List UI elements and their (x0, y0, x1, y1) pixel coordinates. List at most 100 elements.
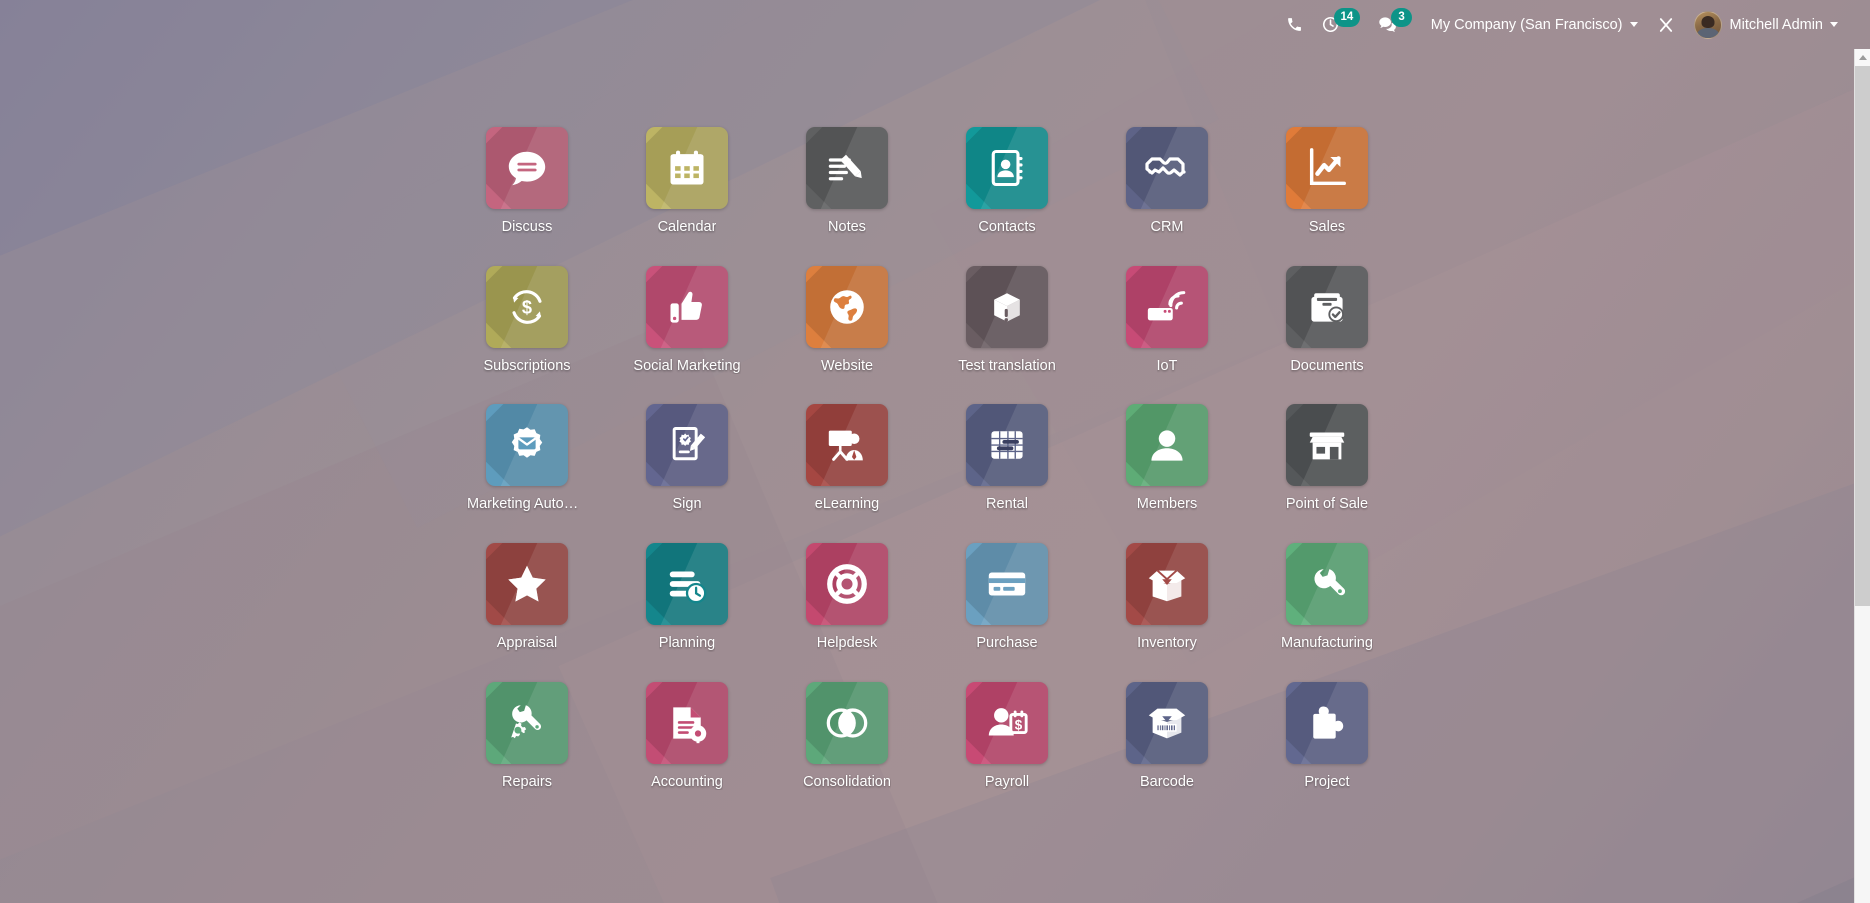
sign-document-icon[interactable] (646, 404, 728, 487)
avatar (1693, 10, 1722, 39)
app-tile-contacts[interactable]: Contacts (927, 127, 1087, 236)
app-tile-accounting[interactable]: Accounting (607, 681, 767, 791)
appraisal-star-icon[interactable] (486, 543, 568, 626)
company-name: My Company (San Francisco) (1430, 16, 1623, 33)
repairs-wrench-gear-icon[interactable] (486, 681, 568, 764)
app-tile-elearning[interactable]: eLearning (767, 404, 927, 513)
user-menu-button[interactable]: Mitchell Admin (1684, 0, 1848, 49)
app-tile-sales[interactable]: Sales (1247, 127, 1407, 236)
company-switcher[interactable]: My Company (San Francisco) (1421, 0, 1648, 49)
phone-icon (1286, 16, 1303, 33)
iot-router-icon[interactable] (1126, 265, 1208, 348)
app-tile-crm[interactable]: CRM (1087, 127, 1247, 236)
app-tile-notes[interactable]: Notes (767, 127, 927, 236)
crm-handshake-icon[interactable] (1126, 127, 1208, 209)
messages-menu-button[interactable]: 3 (1369, 0, 1420, 49)
app-label: Documents (1290, 357, 1364, 374)
app-label: Payroll (984, 773, 1030, 790)
app-label: Rental (986, 496, 1028, 513)
notes-icon[interactable] (806, 127, 888, 209)
app-label: Purchase (976, 635, 1038, 652)
inventory-box-icon[interactable] (1126, 543, 1208, 626)
test-translation-box-icon[interactable] (966, 265, 1048, 348)
accounting-doc-gear-icon[interactable] (646, 681, 728, 764)
app-label: Point of Sale (1285, 496, 1369, 513)
app-label: Sign (672, 496, 702, 513)
barcode-box-icon[interactable] (1126, 681, 1208, 764)
app-tile-calendar[interactable]: Calendar (607, 127, 767, 236)
chevron-down-icon (1629, 22, 1638, 27)
app-label: Discuss (501, 219, 553, 235)
chevron-up-icon (1858, 55, 1867, 60)
vertical-scrollbar[interactable] (1854, 49, 1870, 903)
app-tile-members[interactable]: Members (1087, 404, 1247, 513)
debug-menu-button[interactable] (1648, 0, 1684, 49)
scroll-thumb[interactable] (1855, 66, 1870, 606)
app-label: IoT (1156, 357, 1178, 374)
app-tile-point-of-sale[interactable]: Point of Sale (1247, 404, 1407, 513)
thumbs-up-icon[interactable] (646, 265, 728, 348)
purchase-card-icon[interactable] (966, 543, 1048, 626)
planning-clock-icon[interactable] (646, 543, 728, 626)
website-globe-icon[interactable] (806, 265, 888, 348)
sales-growth-chart-icon[interactable] (1286, 127, 1368, 209)
app-tile-iot[interactable]: IoT (1087, 265, 1247, 375)
members-person-icon[interactable] (1126, 404, 1208, 487)
app-tile-payroll[interactable]: $ Payroll (927, 681, 1087, 791)
app-label: Members (1136, 496, 1198, 513)
app-label: Accounting (651, 773, 723, 790)
consolidation-venn-icon[interactable] (806, 681, 888, 764)
marketing-automation-icon[interactable] (486, 404, 568, 487)
subscriptions-icon[interactable]: $ (486, 265, 568, 348)
app-label: Manufacturing (1281, 635, 1373, 652)
app-label: Subscriptions (483, 357, 571, 374)
activities-menu-button[interactable]: 14 (1312, 0, 1370, 49)
app-tile-documents[interactable]: Documents (1247, 265, 1407, 375)
helpdesk-lifering-icon[interactable] (806, 543, 888, 626)
app-tile-inventory[interactable]: Inventory (1087, 543, 1247, 652)
app-tile-appraisal[interactable]: Appraisal (447, 543, 607, 652)
app-tile-project[interactable]: Project (1247, 681, 1407, 791)
app-label: Social Marketing (633, 357, 741, 374)
elearning-icon[interactable] (806, 404, 888, 487)
app-tile-planning[interactable]: Planning (607, 543, 767, 652)
app-label: Project (1304, 773, 1350, 790)
app-tile-subscriptions[interactable]: $ Subscriptions (447, 265, 607, 375)
app-tile-barcode[interactable]: Barcode (1087, 681, 1247, 791)
project-puzzle-icon[interactable] (1286, 681, 1368, 764)
app-label: Test translation (958, 357, 1056, 374)
apps-scroll-area[interactable]: Discuss Calendar Notes Contacts CRM Sales $ Sub… (0, 49, 1854, 903)
wrench-cross-debug-icon (1657, 16, 1675, 34)
apps-grid: Discuss Calendar Notes Contacts CRM Sales $ Sub… (447, 49, 1407, 790)
payroll-person-money-icon[interactable]: $ (966, 681, 1048, 764)
app-label: Contacts (978, 219, 1036, 235)
app-tile-marketing-automat[interactable]: Marketing Automat… (447, 404, 607, 513)
app-tile-website[interactable]: Website (767, 265, 927, 375)
app-tile-discuss[interactable]: Discuss (447, 127, 607, 236)
calendar-icon[interactable] (646, 127, 728, 209)
app-tile-helpdesk[interactable]: Helpdesk (767, 543, 927, 652)
app-label: Sales (1308, 219, 1346, 235)
point-of-sale-shop-icon[interactable] (1286, 404, 1368, 487)
scroll-up-arrow[interactable] (1855, 49, 1870, 66)
app-label: eLearning (814, 496, 880, 513)
app-label: Barcode (1139, 773, 1194, 790)
phone-button[interactable] (1277, 0, 1312, 49)
contacts-icon[interactable] (966, 127, 1048, 209)
documents-folder-icon[interactable] (1286, 265, 1368, 348)
app-tile-rental[interactable]: Rental (927, 404, 1087, 513)
app-tile-consolidation[interactable]: Consolidation (767, 681, 927, 791)
messages-count-badge: 3 (1391, 7, 1412, 28)
app-tile-social-marketing[interactable]: Social Marketing (607, 265, 767, 375)
app-tile-test-translation[interactable]: Test translation (927, 265, 1087, 375)
rental-gantt-icon[interactable] (966, 404, 1048, 487)
chevron-down-icon (1830, 22, 1838, 27)
discuss-icon[interactable] (486, 127, 568, 209)
manufacturing-wrench-icon[interactable] (1286, 543, 1368, 626)
activity-count-badge: 14 (1333, 7, 1361, 28)
app-label: Appraisal (496, 635, 558, 652)
app-tile-repairs[interactable]: Repairs (447, 681, 607, 791)
app-tile-sign[interactable]: Sign (607, 404, 767, 513)
app-tile-purchase[interactable]: Purchase (927, 543, 1087, 652)
app-tile-manufacturing[interactable]: Manufacturing (1247, 543, 1407, 652)
